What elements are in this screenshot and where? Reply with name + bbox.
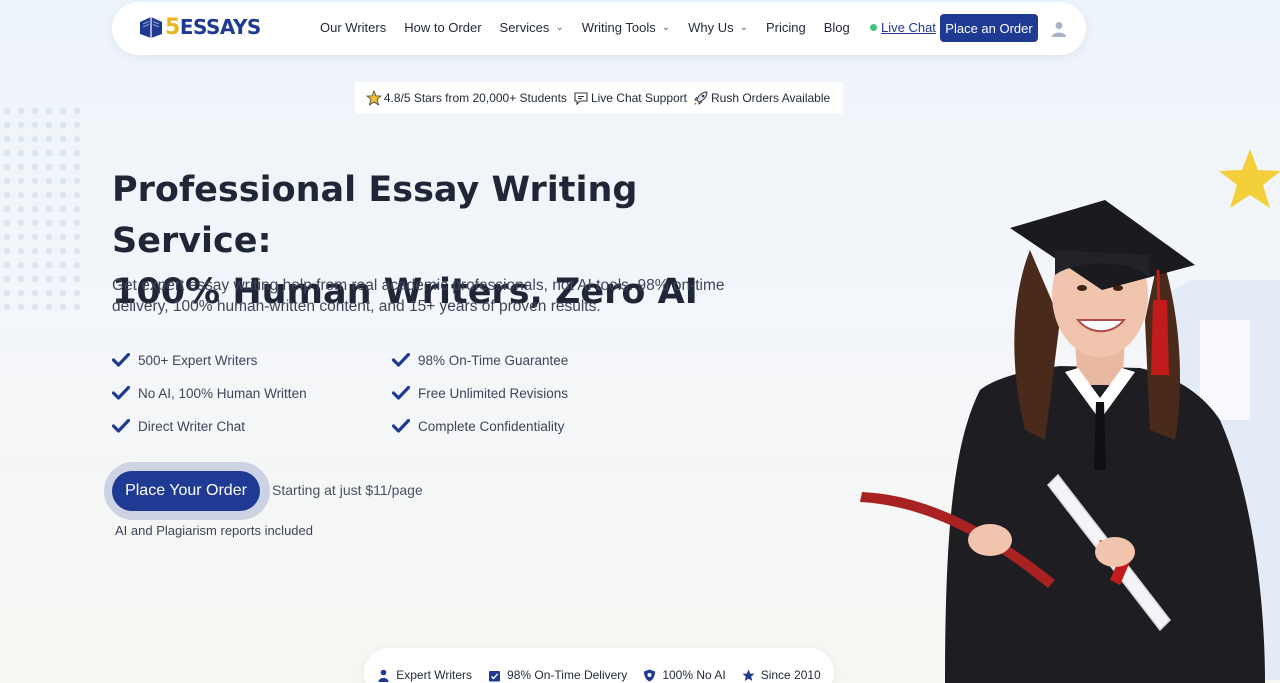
star-icon xyxy=(742,669,755,681)
logo-book-icon xyxy=(140,17,162,38)
writer-icon xyxy=(378,669,389,682)
rocket-icon xyxy=(693,91,708,106)
checkmark-icon xyxy=(392,386,410,400)
checkmark-icon xyxy=(392,419,410,433)
graduate-illustration xyxy=(860,140,1280,683)
hero-title-line1: Professional Essay Writing Service: xyxy=(112,170,638,261)
bottom-feature-bar: Expert Writers 98% On-Time Delivery 100%… xyxy=(364,648,834,683)
hero-subtitle: Get expert essay writing help from real … xyxy=(112,277,725,315)
feature-item: Complete Confidentiality xyxy=(392,416,672,436)
logo-wordmark: 5ESSAYS xyxy=(165,14,261,40)
menu-blog[interactable]: Blog xyxy=(824,20,850,35)
checkmark-icon xyxy=(112,353,130,367)
checkmark-icon xyxy=(392,353,410,367)
chevron-down-icon: ⌄ xyxy=(661,22,671,33)
top-navigation: 5ESSAYS Our Writers How to Order Service… xyxy=(112,2,1086,55)
checkmark-icon xyxy=(112,386,130,400)
feature-item: 500+ Expert Writers xyxy=(112,350,392,370)
feature-item: Free Unlimited Revisions xyxy=(392,383,672,403)
star-icon xyxy=(365,90,382,106)
place-your-order-button[interactable]: Place Your Order xyxy=(112,471,260,511)
feature-item: No AI, 100% Human Written xyxy=(112,383,392,403)
menu-how-to-order[interactable]: How to Order xyxy=(404,20,481,35)
online-status-dot xyxy=(870,24,877,31)
bottom-item-expert-writers: Expert Writers xyxy=(377,668,472,682)
shield-icon xyxy=(644,669,656,681)
menu-pricing[interactable]: Pricing xyxy=(766,20,806,35)
reports-note: AI and Plagiarism reports included xyxy=(115,523,313,538)
bottom-item-no-ai: 100% No AI xyxy=(643,668,726,682)
chevron-down-icon: ⌄ xyxy=(555,22,564,33)
bottom-item-on-time: 98% On-Time Delivery xyxy=(488,668,627,682)
support-badge: Live Chat Support xyxy=(573,90,687,106)
main-menu: Our Writers How to Order Services ⌄ Writi… xyxy=(320,20,868,35)
menu-writing-tools[interactable]: Writing Tools ⌄ xyxy=(582,20,670,35)
rush-badge: Rush Orders Available xyxy=(693,90,830,106)
checkmark-icon xyxy=(112,419,130,433)
menu-why-us[interactable]: Why Us ⌄ xyxy=(688,20,748,35)
graduate-figure xyxy=(860,200,1265,683)
menu-our-writers[interactable]: Our Writers xyxy=(320,20,386,35)
chat-bubble-icon xyxy=(574,92,588,106)
bottom-item-since: Since 2010 xyxy=(742,668,821,682)
dot-grid-decoration xyxy=(0,104,80,314)
calendar-check-icon xyxy=(489,670,501,681)
menu-services[interactable]: Services ⌄ xyxy=(500,20,564,35)
starting-price: Starting at just $11/page xyxy=(272,482,423,498)
user-icon[interactable] xyxy=(1052,21,1066,37)
feature-item: Direct Writer Chat xyxy=(112,416,392,436)
feature-item: 98% On-Time Guarantee xyxy=(392,350,672,370)
live-chat-link[interactable]: Live Chat xyxy=(870,20,936,35)
site-logo[interactable]: 5ESSAYS xyxy=(138,14,261,40)
place-an-order-button[interactable]: Place an Order xyxy=(940,14,1038,42)
chevron-down-icon: ⌄ xyxy=(739,22,748,33)
trust-strip: 4.8/5 Stars from 20,000+ Students Live C… xyxy=(355,82,843,114)
rating-badge: 4.8/5 Stars from 20,000+ Students xyxy=(365,90,567,106)
feature-list: 500+ Expert Writers 98% On-Time Guarante… xyxy=(112,350,712,436)
